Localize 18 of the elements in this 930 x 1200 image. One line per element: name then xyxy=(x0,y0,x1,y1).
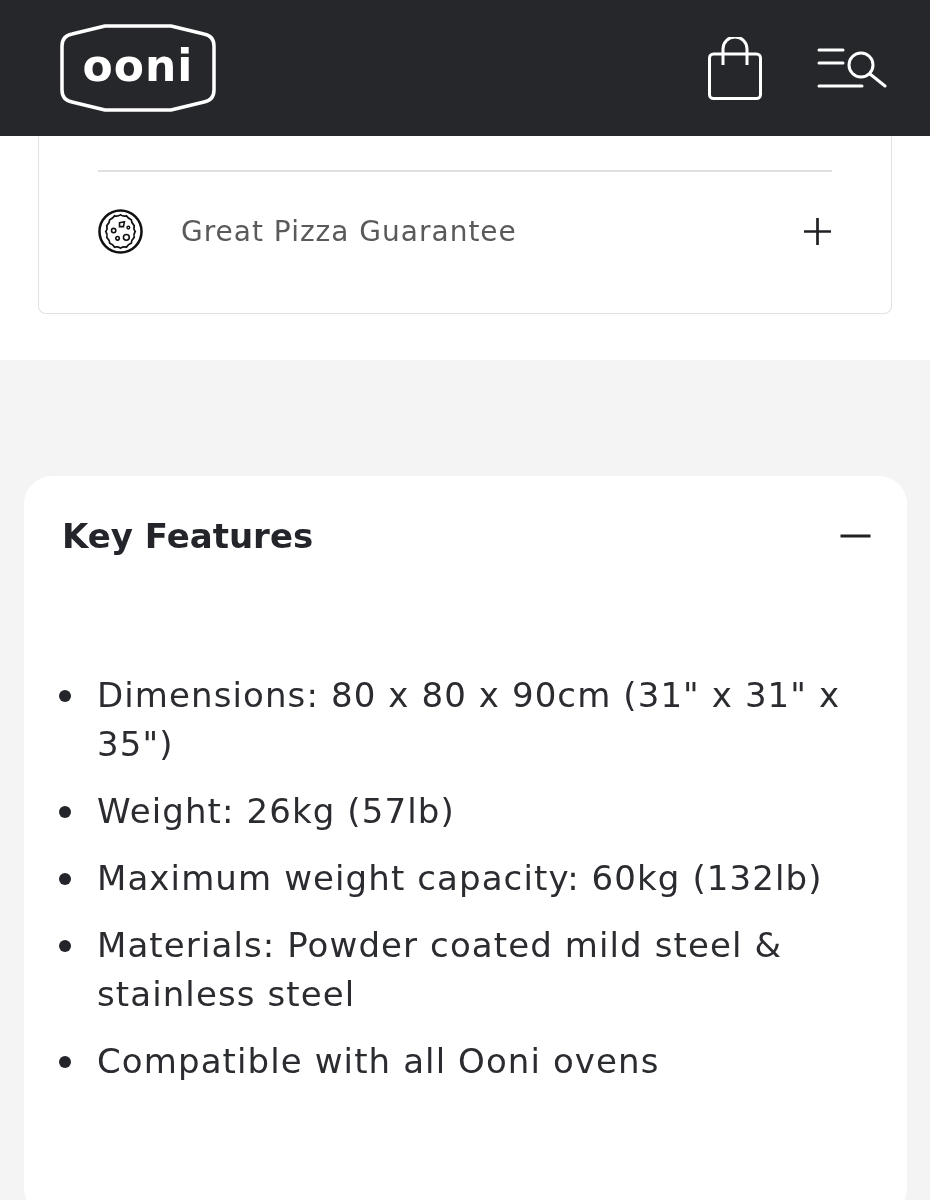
feature-text: Weight: 26kg (57lb) xyxy=(97,790,455,833)
bullet-icon xyxy=(59,806,71,818)
accordion-title[interactable]: Great Pizza Guarantee xyxy=(181,217,517,246)
section-heading[interactable]: Key Features xyxy=(62,519,314,553)
minus-icon[interactable] xyxy=(840,534,871,538)
bullet-icon xyxy=(59,940,71,952)
pizza-icon xyxy=(98,209,143,254)
bullet-icon xyxy=(59,1056,71,1068)
shopping-bag-icon[interactable] xyxy=(708,36,762,100)
feature-text: Materials: Powder coated mild steel & stainless steel xyxy=(97,924,783,1016)
feature-text: Maximum weight capacity: 60kg (132lb) xyxy=(97,857,823,900)
plus-icon[interactable] xyxy=(804,218,831,245)
bullet-icon xyxy=(59,873,71,885)
feature-text: Compatible with all Ooni ovens xyxy=(97,1040,660,1083)
feature-text: Dimensions: 80 x 80 x 90cm (31" x 31" x 35") xyxy=(97,674,842,766)
logo-link[interactable]: ooni xyxy=(60,24,216,112)
menu-search-icon[interactable] xyxy=(817,48,887,88)
bullet-icon xyxy=(59,690,71,702)
